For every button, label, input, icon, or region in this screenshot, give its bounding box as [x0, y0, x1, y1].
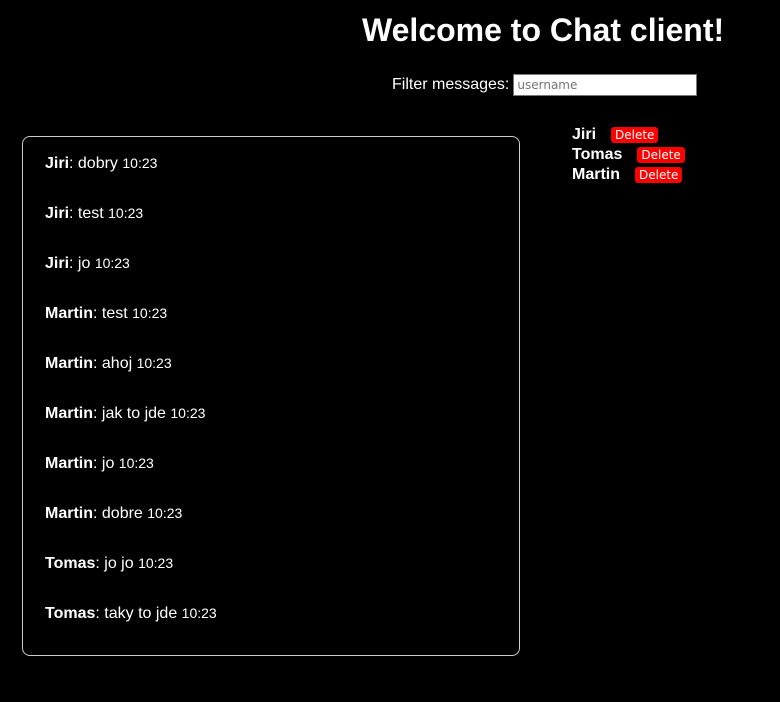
message-author: Jiri	[45, 205, 70, 222]
message-text: : jo	[93, 455, 119, 472]
user-row: Jiri Delete	[572, 125, 685, 145]
message-item: Martin: test 10:23	[45, 303, 167, 324]
user-name: Martin	[572, 166, 620, 183]
message-text: : jak to jde	[93, 405, 171, 422]
message-item: Tomas: taky to jde 10:23	[45, 603, 217, 624]
message-author: Martin	[45, 355, 93, 372]
message-author: Tomas	[45, 605, 96, 622]
message-author: Tomas	[45, 555, 96, 572]
users-list: Jiri Delete Tomas Delete Martin Delete	[572, 125, 685, 185]
user-row: Tomas Delete	[572, 145, 685, 165]
message-author: Jiri	[45, 255, 70, 272]
page-title: Welcome to Chat client!	[362, 12, 725, 48]
message-time: 10:23	[122, 155, 158, 171]
message-text: : taky to jde	[95, 605, 182, 622]
message-time: 10:23	[118, 455, 154, 471]
message-time: 10:23	[94, 255, 130, 271]
delete-user-button[interactable]: Delete	[637, 147, 685, 163]
message-text: : jo	[69, 255, 95, 272]
message-author: Martin	[45, 405, 93, 422]
message-author: Jiri	[45, 155, 70, 172]
message-author: Martin	[45, 505, 93, 522]
delete-user-button[interactable]: Delete	[611, 127, 659, 143]
message-text: : jo jo	[95, 555, 139, 572]
message-text: : ahoj	[93, 355, 137, 372]
message-item: Martin: jak to jde 10:23	[45, 403, 205, 424]
message-item: Martin: ahoj 10:23	[45, 353, 172, 374]
message-author: Martin	[45, 455, 93, 472]
message-text: : test	[69, 205, 109, 222]
message-item: Tomas: jo jo 10:23	[45, 553, 173, 574]
message-time: 10:23	[181, 605, 217, 621]
message-time: 10:23	[147, 505, 183, 521]
message-time: 10:23	[136, 355, 172, 371]
message-item: Martin: jo 10:23	[45, 453, 154, 474]
message-author: Martin	[45, 305, 93, 322]
filter-input[interactable]	[513, 74, 698, 96]
message-text: : test	[93, 305, 133, 322]
message-item: Martin: dobre 10:23	[45, 503, 182, 524]
message-item: Jiri: test 10:23	[45, 203, 143, 224]
message-item: Jiri: dobry 10:23	[45, 153, 157, 174]
message-time: 10:23	[108, 205, 144, 221]
user-name: Jiri	[572, 126, 597, 143]
message-text: : dobry	[69, 155, 123, 172]
filter-label: Filter messages:	[392, 76, 510, 93]
filter-row: Filter messages:	[392, 74, 698, 96]
message-time: 10:23	[170, 405, 206, 421]
messages-box[interactable]: Jiri: dobry 10:23 Jiri: test 10:23 Jiri:…	[22, 136, 520, 656]
message-time: 10:23	[138, 555, 174, 571]
message-text: : dobre	[93, 505, 148, 522]
user-name: Tomas	[572, 146, 623, 163]
delete-user-button[interactable]: Delete	[635, 167, 683, 183]
message-item: Jiri: jo 10:23	[45, 253, 130, 274]
user-row: Martin Delete	[572, 165, 685, 185]
message-time: 10:23	[132, 305, 168, 321]
